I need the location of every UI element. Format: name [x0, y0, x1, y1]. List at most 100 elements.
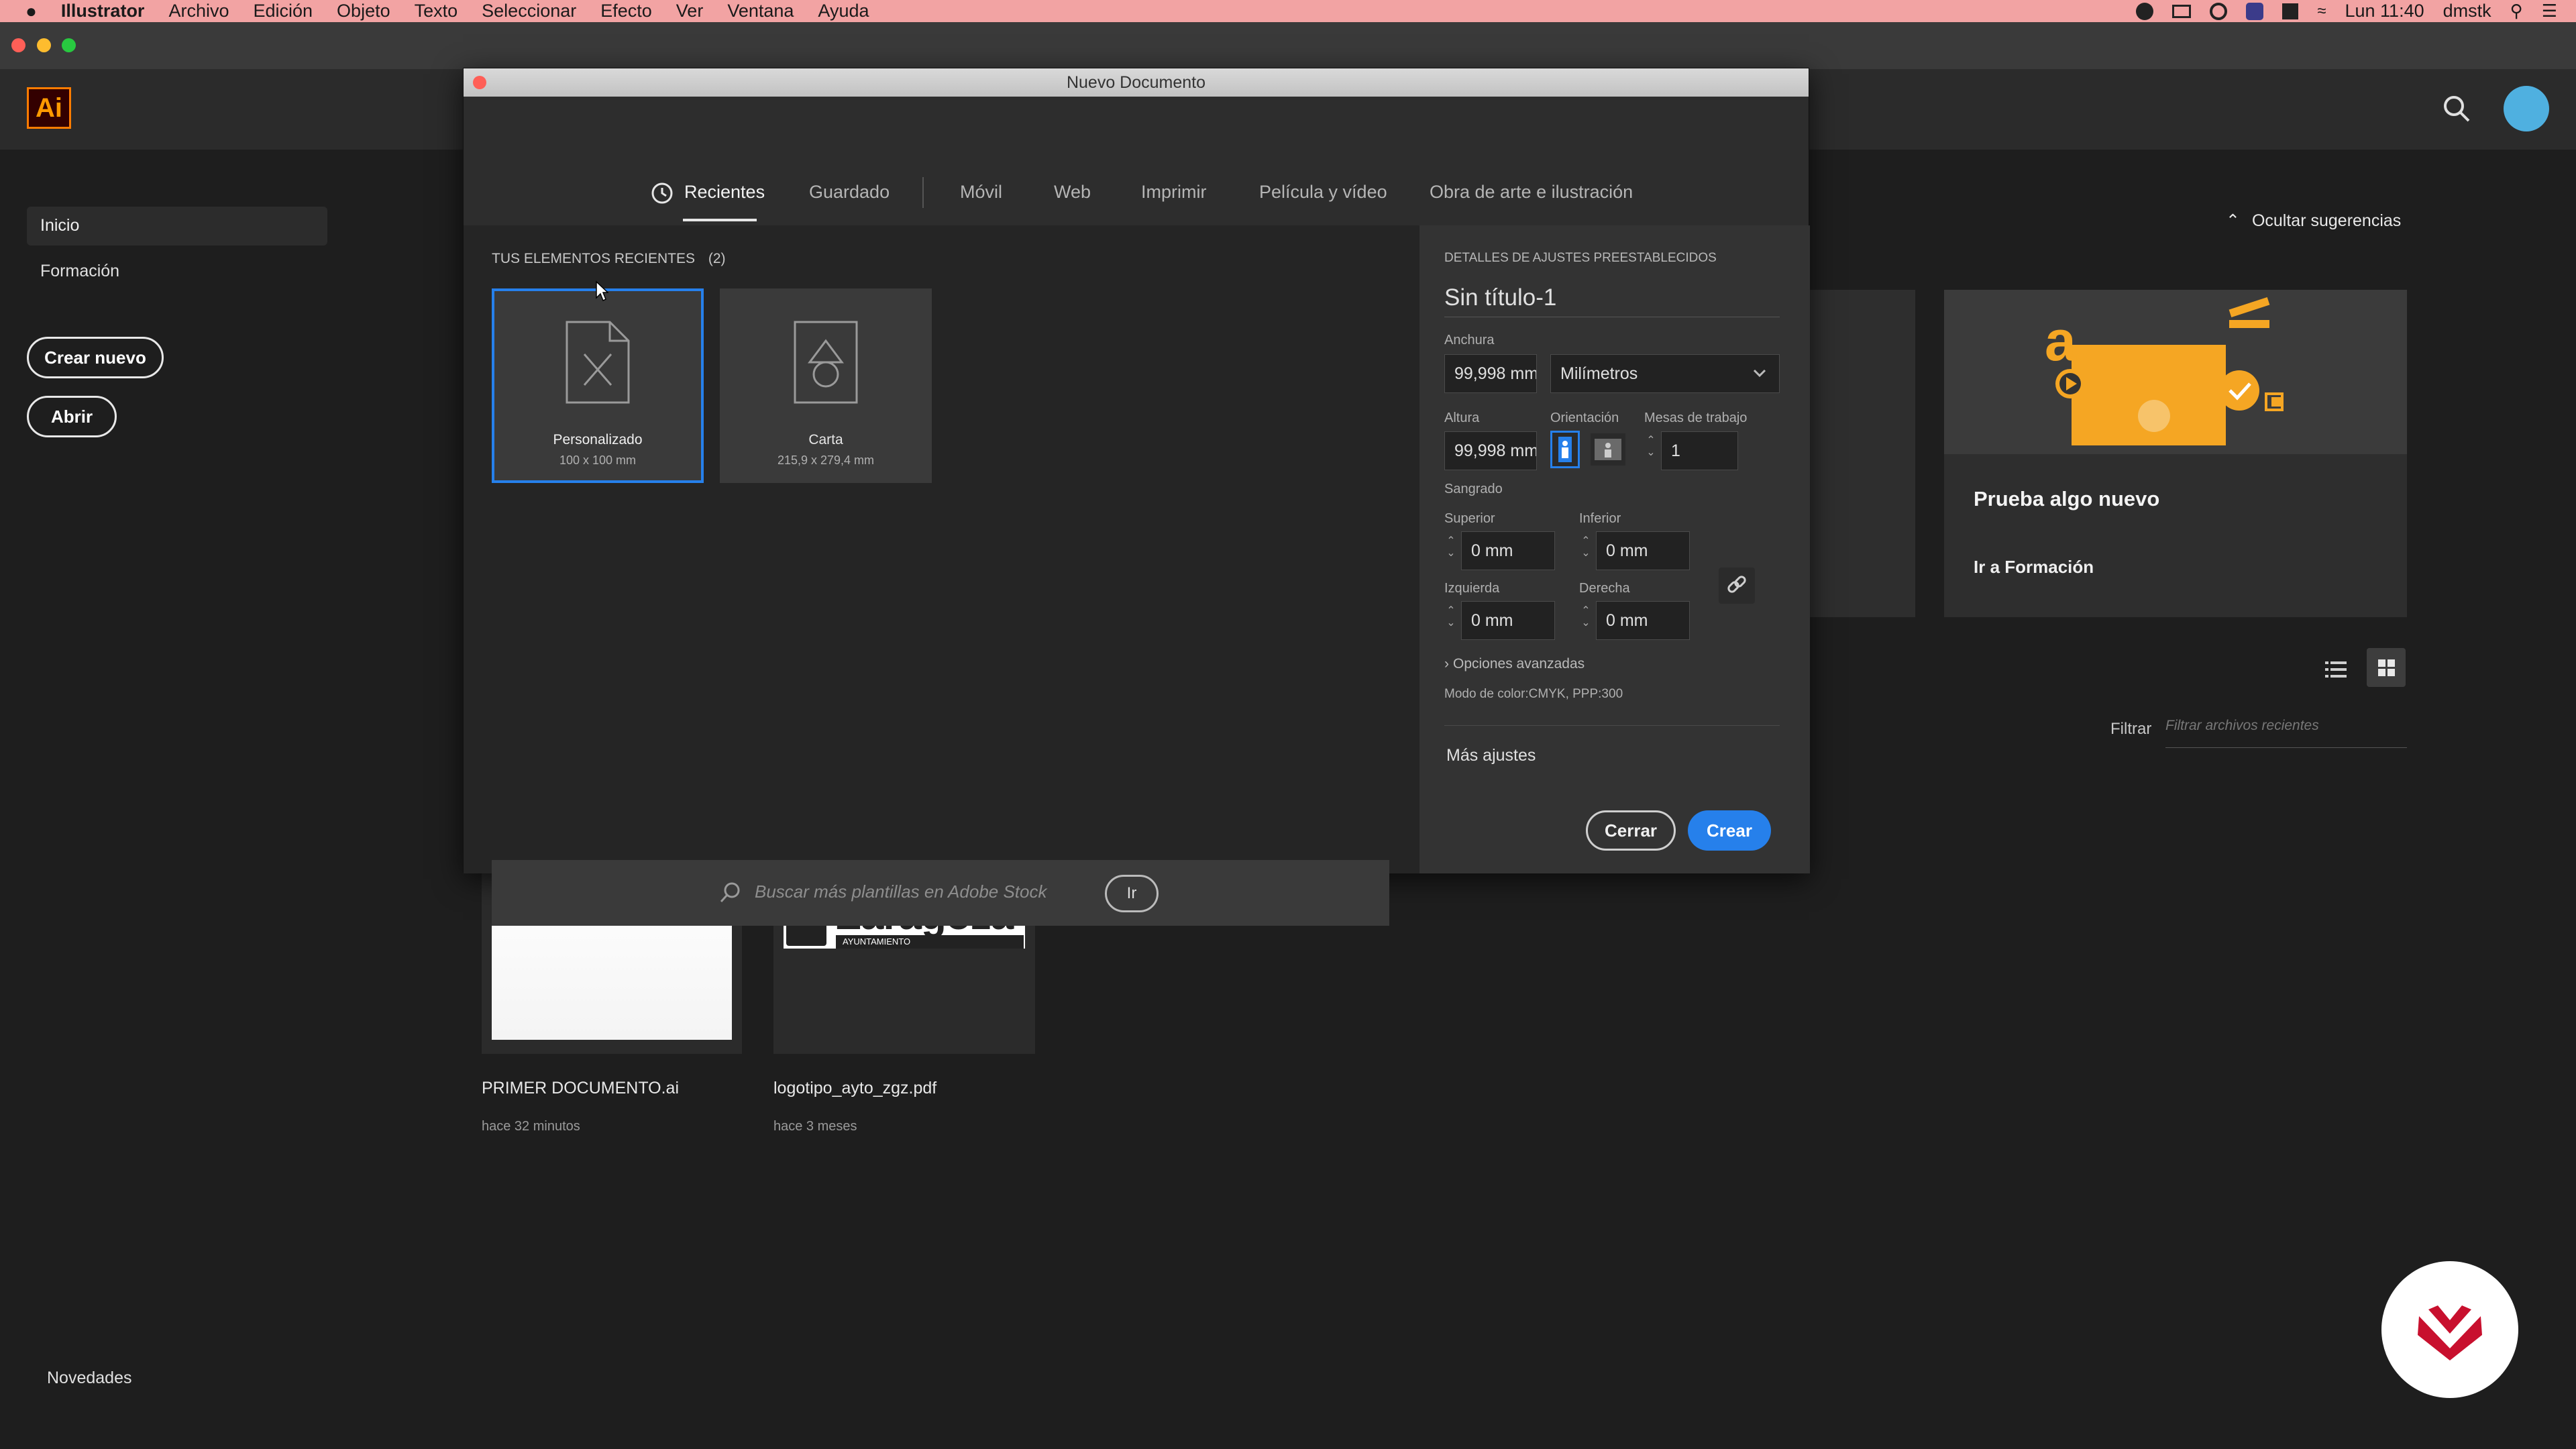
suggestion-illustration: a — [1944, 290, 2407, 454]
dialog-title: Nuevo Documento — [1066, 73, 1206, 92]
status-flag-icon[interactable] — [2282, 3, 2299, 19]
chevron-down-icon — [1753, 369, 1766, 378]
control-center-icon[interactable]: ☰ — [2542, 1, 2557, 21]
tab-pelicula-video[interactable]: Película y vídeo — [1259, 182, 1387, 203]
menu-ventana[interactable]: Ventana — [727, 1, 794, 21]
watermark-logo — [2381, 1261, 2518, 1398]
menu-efecto[interactable]: Efecto — [600, 1, 652, 21]
recent-count: (2) — [708, 251, 726, 266]
status-cc-icon[interactable] — [2210, 2, 2228, 20]
apple-menu-icon[interactable]: ● — [25, 1, 37, 22]
clock-icon — [651, 182, 674, 205]
artboards-label: Mesas de trabajo — [1644, 411, 1748, 425]
bleed-right-input[interactable]: 0 mm — [1596, 601, 1690, 640]
document-name-input[interactable]: Sin título-1 — [1444, 284, 1780, 317]
wifi-icon[interactable]: ≈ — [2317, 2, 2326, 21]
menu-seleccionar[interactable]: Seleccionar — [482, 1, 576, 21]
units-select-value: Milímetros — [1560, 364, 1638, 383]
artboards-input[interactable]: 1 — [1661, 431, 1738, 470]
bleed-label: Sangrado — [1444, 482, 1503, 496]
stock-search-input[interactable]: Buscar más plantillas en Adobe Stock — [755, 881, 1047, 902]
tab-active-indicator — [683, 219, 757, 221]
bleed-right-label: Derecha — [1579, 581, 1630, 596]
grid-view-icon[interactable] — [2367, 648, 2406, 687]
avatar[interactable] — [2504, 86, 2549, 131]
hide-suggestions-toggle[interactable]: ⌃ Ocultar sugerencias — [2226, 211, 2401, 231]
tab-guardado[interactable]: Guardado — [809, 182, 890, 203]
preset-carta[interactable]: Carta 215,9 x 279,4 mm — [720, 288, 932, 483]
bleed-top-input[interactable]: 0 mm — [1461, 531, 1555, 570]
recent-file-name[interactable]: PRIMER DOCUMENTO.ai — [482, 1079, 679, 1098]
menu-edicion[interactable]: Edición — [253, 1, 313, 21]
window-close-button[interactable] — [11, 38, 25, 52]
abrir-button[interactable]: Abrir — [27, 396, 117, 437]
preset-size: 215,9 x 279,4 mm — [777, 453, 875, 467]
list-view-icon[interactable] — [2322, 656, 2349, 683]
width-input[interactable]: 99,998 mm — [1444, 354, 1537, 393]
status-display-icon[interactable] — [2172, 4, 2192, 18]
dialog-close-button[interactable] — [473, 76, 486, 89]
artboards-stepper[interactable]: ⌃ ⌄ — [1644, 435, 1658, 459]
chevron-right-icon: › — [1444, 656, 1449, 672]
cerrar-button[interactable]: Cerrar — [1586, 810, 1676, 851]
crear-button[interactable]: Crear — [1688, 810, 1771, 851]
ir-a-formacion-link[interactable]: Ir a Formación — [1974, 557, 2094, 578]
suggestion-title: Prueba algo nuevo — [1974, 487, 2160, 511]
search-icon[interactable] — [2442, 94, 2471, 123]
tab-recientes[interactable]: Recientes — [684, 182, 765, 203]
menu-app-name[interactable]: Illustrator — [61, 1, 145, 21]
height-input[interactable]: 99,998 mm — [1444, 431, 1537, 470]
portrait-orientation-button[interactable] — [1550, 431, 1580, 468]
bleed-left-stepper[interactable]: ⌃ ⌄ — [1444, 605, 1458, 629]
status-teams-icon[interactable] — [2246, 2, 2264, 20]
details-heading: DETALLES DE AJUSTES PREESTABLECIDOS — [1444, 251, 1717, 265]
hide-suggestions-label: Ocultar sugerencias — [2251, 211, 2402, 230]
suggestion-card-partial[interactable] — [1809, 290, 1915, 617]
novedades-link[interactable]: Novedades — [47, 1368, 131, 1388]
tab-imprimir[interactable]: Imprimir — [1141, 182, 1206, 203]
sidebar-item-formacion[interactable]: Formación — [40, 262, 119, 281]
window-minimize-button[interactable] — [37, 38, 51, 52]
landscape-orientation-button[interactable] — [1591, 433, 1625, 466]
link-bleed-icon[interactable] — [1719, 568, 1755, 604]
crear-nuevo-button[interactable]: Crear nuevo — [27, 337, 164, 378]
advanced-options-toggle[interactable]: › Opciones avanzadas — [1444, 656, 1585, 672]
bleed-left-label: Izquierda — [1444, 581, 1500, 596]
menu-texto[interactable]: Texto — [415, 1, 458, 21]
preset-personalizado[interactable]: Personalizado 100 x 100 mm — [492, 288, 704, 483]
bleed-right-stepper[interactable]: ⌃ ⌄ — [1579, 605, 1593, 629]
height-label: Altura — [1444, 411, 1480, 425]
tab-movil[interactable]: Móvil — [960, 182, 1002, 203]
print-document-icon — [794, 321, 858, 404]
bleed-top-label: Superior — [1444, 511, 1495, 526]
stock-search-go-button[interactable]: Ir — [1105, 875, 1159, 912]
filter-input[interactable]: Filtrar archivos recientes — [2165, 718, 2407, 748]
search-icon — [720, 882, 740, 903]
spotlight-icon[interactable]: ⚲ — [2510, 1, 2523, 21]
window-zoom-button[interactable] — [62, 38, 76, 52]
new-document-dialog: Nuevo Documento Recientes Guardado Móvil… — [463, 68, 1810, 926]
dialog-titlebar: Nuevo Documento — [464, 68, 1809, 97]
menu-ver[interactable]: Ver — [676, 1, 704, 21]
units-select[interactable]: Milímetros — [1550, 354, 1780, 393]
bleed-bottom-stepper[interactable]: ⌃ ⌄ — [1579, 535, 1593, 559]
width-label: Anchura — [1444, 333, 1495, 347]
menu-ayuda[interactable]: Ayuda — [818, 1, 869, 21]
suggestion-card[interactable]: a Prueba algo nuevo Ir a Formación — [1944, 290, 2407, 617]
tab-obra-de-arte[interactable]: Obra de arte e ilustración — [1430, 182, 1633, 203]
preset-name: Carta — [808, 432, 843, 447]
menubar-clock[interactable]: Lun 11:40 — [2345, 1, 2424, 21]
sidebar-item-inicio[interactable]: Inicio — [27, 207, 327, 246]
bleed-top-stepper[interactable]: ⌃ ⌄ — [1444, 535, 1458, 559]
bleed-left-input[interactable]: 0 mm — [1461, 601, 1555, 640]
menu-archivo[interactable]: Archivo — [168, 1, 229, 21]
color-mode-info: Modo de color:CMYK, PPP:300 — [1444, 687, 1623, 701]
bleed-bottom-input[interactable]: 0 mm — [1596, 531, 1690, 570]
menubar-user[interactable]: dmstk — [2443, 1, 2491, 21]
tab-web[interactable]: Web — [1054, 182, 1091, 203]
menu-objeto[interactable]: Objeto — [337, 1, 390, 21]
recent-file-name[interactable]: logotipo_ayto_zgz.pdf — [773, 1079, 936, 1098]
tab-divider — [922, 177, 924, 208]
status-app-icon[interactable] — [2136, 2, 2154, 20]
more-settings-button[interactable]: Más ajustes — [1446, 746, 1536, 765]
